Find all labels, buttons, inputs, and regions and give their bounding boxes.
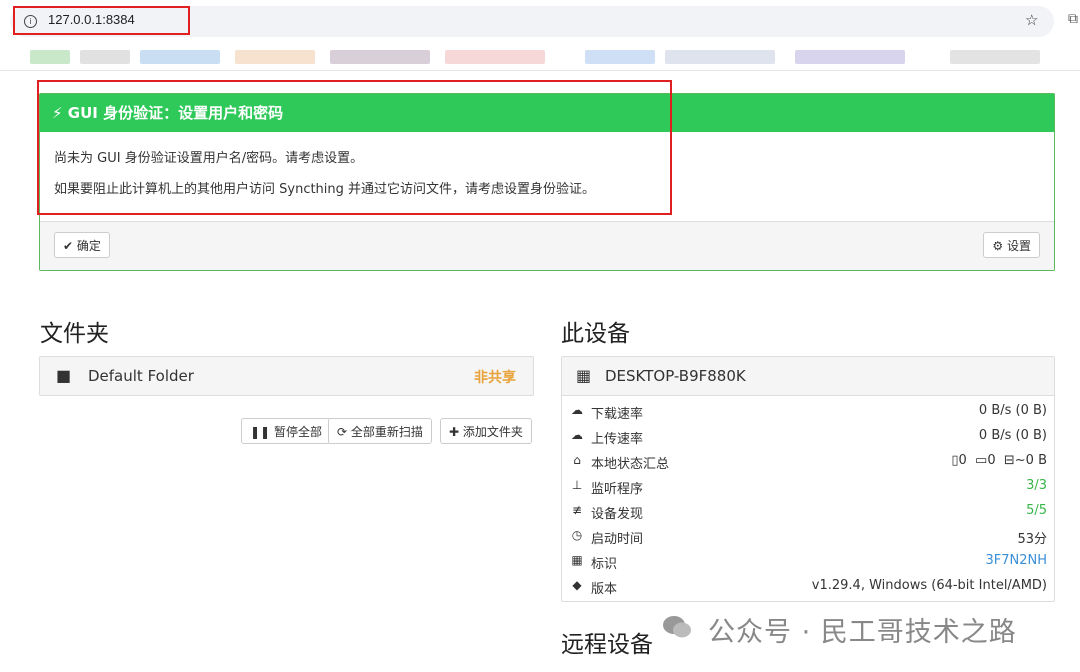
settings-button[interactable]: ⚙ 设置 [983, 232, 1040, 258]
remote-devices-heading: 远程设备 [561, 632, 653, 658]
ok-button[interactable]: ✔ 确定 [54, 232, 110, 258]
upload-rate-row: ☁ 上传速率 0 B/s (0 B) [562, 424, 1054, 449]
local-state-value: ▯0 ▭0 ⊟~0 B [951, 453, 1047, 468]
qrcode-icon: ▦ [576, 366, 592, 385]
folder-status: 非共享 [474, 370, 516, 386]
row-label: 本地状态汇总 [591, 457, 670, 472]
gear-icon: ⚙ [992, 239, 1004, 253]
row-value[interactable]: 3/3 [1026, 478, 1047, 493]
row-value: 0 B/s (0 B) [978, 403, 1047, 418]
folder-row[interactable]: ■ Default Folder 非共享 [39, 356, 534, 396]
check-circle-icon: ✔ [63, 239, 74, 253]
row-value[interactable]: 5/5 [1026, 503, 1047, 518]
bookmark-item[interactable] [445, 50, 545, 64]
add-folder-button[interactable]: ✚ 添加文件夹 [440, 418, 532, 444]
clock-icon: ◷ [571, 528, 583, 542]
pause-all-button[interactable]: ❚❚ 暂停全部 [241, 418, 331, 444]
dirs-count: 0 [987, 453, 996, 468]
ok-button-label: 确定 [76, 239, 101, 253]
pause-icon: ❚❚ [250, 425, 271, 439]
identification-row: ▦ 标识 3F7N2NH [562, 549, 1054, 574]
row-value[interactable]: 3F7N2NH [985, 553, 1047, 568]
wechat-logo-icon [663, 616, 691, 638]
folder-icon: ■ [56, 366, 72, 385]
plus-icon: ✚ [449, 425, 460, 439]
row-value: 0 B/s (0 B) [978, 428, 1047, 443]
settings-button-label: 设置 [1006, 239, 1031, 253]
folders-heading: 文件夹 [40, 321, 109, 347]
hdd-icon: ⊟ [1003, 453, 1015, 468]
bookmark-item[interactable] [80, 50, 130, 64]
discovery-row: ≢ 设备发现 5/5 [562, 499, 1054, 524]
row-label: 监听程序 [591, 482, 644, 497]
listeners-row: ⊥ 监听程序 3/3 [562, 474, 1054, 499]
local-state-row: ⌂ 本地状态汇总 ▯0 ▭0 ⊟~0 B [562, 449, 1054, 474]
folder-outline-icon: ▭ [975, 453, 988, 468]
row-label: 上传速率 [591, 432, 644, 447]
bookmarks-bar [0, 44, 1080, 71]
bookmark-item[interactable] [330, 50, 430, 64]
bookmark-item[interactable] [665, 50, 775, 64]
this-device-panel: ▦ DESKTOP-B9F880K ☁ 下载速率 0 B/s (0 B) ☁ 上… [561, 356, 1055, 602]
device-header[interactable]: ▦ DESKTOP-B9F880K [562, 357, 1054, 396]
pause-all-label: 暂停全部 [273, 425, 322, 439]
alert-footer: ✔ 确定 ⚙ 设置 [40, 221, 1054, 270]
version-row: ◆ 版本 v1.29.4, Windows (64-bit Intel/AMD) [562, 574, 1054, 599]
cloud-download-icon: ☁ [571, 403, 583, 417]
bookmark-item[interactable] [950, 50, 1040, 64]
device-name: DESKTOP-B9F880K [605, 367, 746, 385]
home-icon: ⌂ [573, 453, 581, 467]
rescan-all-button[interactable]: ⟳ 全部重新扫描 [328, 418, 432, 444]
bookmark-item[interactable] [795, 50, 905, 64]
cloud-upload-icon: ☁ [571, 428, 583, 442]
watermark-text: 公众号 · 民工哥技术之路 [708, 617, 1017, 648]
add-folder-label: 添加文件夹 [462, 425, 523, 439]
this-device-heading: 此设备 [561, 321, 630, 347]
row-value: 53分 [1017, 532, 1047, 547]
row-label: 设备发现 [591, 507, 644, 522]
files-count: 0 [958, 453, 967, 468]
bookmark-star-icon[interactable]: ☆ [1025, 11, 1038, 29]
browser-toolbar: i 127.0.0.1:8384 ☆ ⧉ [0, 0, 1080, 44]
bookmark-item[interactable] [235, 50, 315, 64]
row-label: 启动时间 [591, 532, 644, 547]
size-value: ~0 B [1014, 453, 1047, 468]
row-label: 下载速率 [591, 407, 644, 422]
sitemap-icon: ⊥ [571, 478, 583, 492]
tag-icon: ◆ [572, 578, 582, 592]
refresh-icon: ⟳ [337, 425, 348, 439]
download-rate-row: ☁ 下载速率 0 B/s (0 B) [562, 399, 1054, 424]
signpost-icon: ≢ [571, 503, 583, 517]
url-annotation-box [13, 6, 190, 35]
row-label: 版本 [591, 582, 618, 597]
extensions-icon[interactable]: ⧉ [1068, 11, 1078, 27]
uptime-row: ◷ 启动时间 53分 [562, 524, 1054, 549]
row-value: v1.29.4, Windows (64-bit Intel/AMD) [811, 578, 1047, 593]
qrcode-icon: ▦ [571, 553, 583, 567]
alert-annotation-box [37, 80, 672, 215]
bookmark-item[interactable] [30, 50, 70, 64]
rescan-all-label: 全部重新扫描 [350, 425, 423, 439]
row-label: 标识 [591, 557, 618, 572]
bookmark-item[interactable] [140, 50, 220, 64]
folder-name: Default Folder [88, 367, 194, 385]
bookmark-item[interactable] [585, 50, 655, 64]
